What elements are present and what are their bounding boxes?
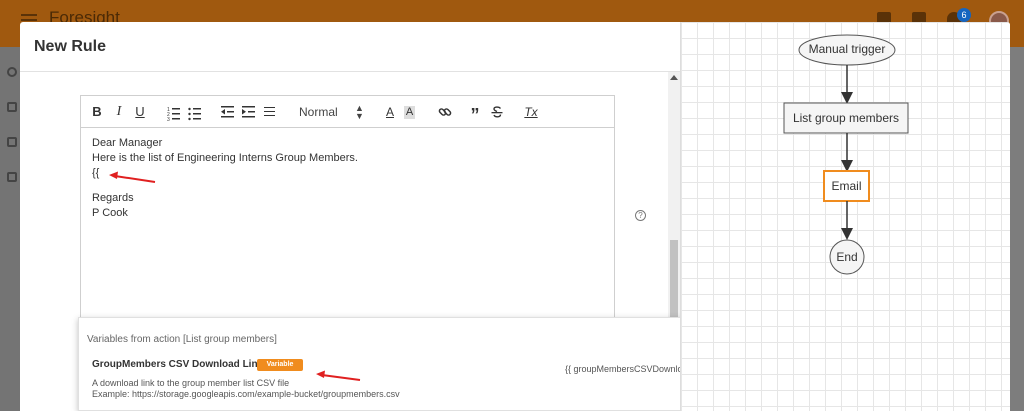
flow-node-label: Manual trigger [808,42,886,56]
editor-line: Regards [92,192,134,204]
editor-line: Here is the list of Engineering Interns … [92,152,358,164]
variables-dropdown: Variables from action [List group member… [78,317,766,411]
notification-badge: 6 [957,8,971,22]
bold-button[interactable]: B [91,103,103,121]
indent-icon[interactable] [242,103,256,121]
variable-badge: Variable [257,359,303,371]
background-color-icon[interactable]: A [404,106,415,119]
strikethrough-icon[interactable] [491,105,503,119]
flow-node-label: End [836,250,858,264]
flow-diagram: Manual trigger List group members Email … [680,22,1010,411]
font-color-icon[interactable]: A [385,103,395,121]
new-rule-modal: New Rule B I U 1 2 3 Normal ▲ ▼ A A ” Tx… [20,22,1010,411]
editor-line: P Cook [92,207,128,219]
flow-diagram-canvas [783,34,909,275]
sidebar-rules-icon[interactable] [7,102,17,112]
editor-line: Dear Manager [92,137,163,149]
app-sidebar [0,47,20,411]
variables-header: Variables from action [List group member… [87,334,277,345]
email-body-editor[interactable]: B I U 1 2 3 Normal ▲ ▼ A A ” Tx Dear Man… [80,95,615,320]
svg-text:3: 3 [167,117,170,122]
outdent-icon[interactable] [221,103,235,121]
flow-node-label: Email [831,179,862,193]
sidebar-home-icon[interactable] [7,67,17,77]
modal-title: New Rule [34,38,107,55]
flow-node-label: List group members [792,111,900,125]
bullet-list-icon[interactable] [188,102,202,122]
underline-button[interactable]: U [134,103,146,121]
scroll-up-arrow-icon[interactable] [670,75,678,80]
clear-format-icon[interactable]: Tx [524,103,538,121]
italic-button[interactable]: I [113,103,125,121]
rule-editor-pane: New Rule B I U 1 2 3 Normal ▲ ▼ A A ” Tx… [20,22,766,411]
annotation-arrow-icon [316,370,361,381]
variable-description-example: Example: https://storage.googleapis.com/… [92,389,400,399]
title-divider [20,71,680,72]
ordered-list-icon[interactable]: 1 2 3 [167,102,181,123]
variable-name[interactable]: GroupMembers CSV Download Link [92,359,263,370]
editor-toolbar: B I U 1 2 3 Normal ▲ ▼ A A ” Tx [81,96,614,128]
align-left-icon[interactable] [264,107,275,116]
link-icon[interactable] [438,105,452,119]
sidebar-users-icon[interactable] [7,137,17,147]
blockquote-icon[interactable]: ” [469,103,481,125]
annotation-arrow-icon [109,171,156,183]
format-select-caret-icon: ▲ ▼ [355,103,364,121]
help-icon[interactable]: ? [635,210,646,221]
sidebar-groups-icon[interactable] [7,172,17,182]
